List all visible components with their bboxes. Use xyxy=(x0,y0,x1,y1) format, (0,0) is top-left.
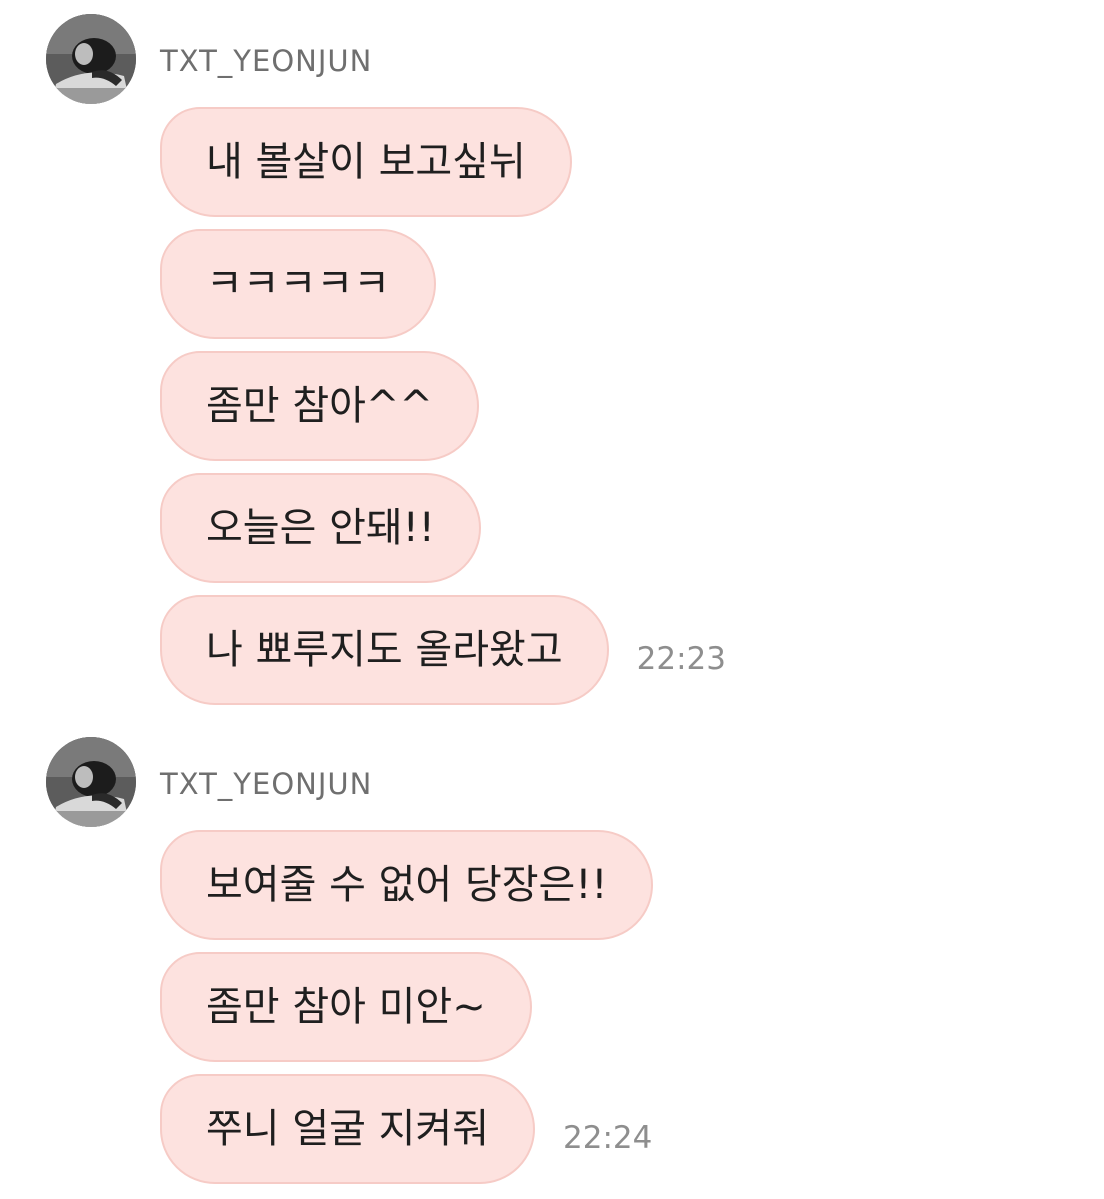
message-list: 보여줄 수 없어 당장은!! 좀만 참아 미안~ 쭈니 얼굴 지켜줘 22:24 xyxy=(160,830,1060,1196)
message-row: 좀만 참아^^ xyxy=(160,351,1060,461)
chat-thread[interactable]: TXT_YEONJUN 내 볼살이 보고싶뉘 ㅋㅋㅋㅋㅋ 좀만 참아^^ 오늘은… xyxy=(0,0,1104,1199)
message-row: 보여줄 수 없어 당장은!! xyxy=(160,830,1060,940)
message-bubble[interactable]: 좀만 참아^^ xyxy=(160,351,479,461)
message-row: 오늘은 안돼!! xyxy=(160,473,1060,583)
message-bubble[interactable]: 쭈니 얼굴 지켜줘 xyxy=(160,1074,536,1184)
message-bubble[interactable]: 내 볼살이 보고싶뉘 xyxy=(160,107,572,217)
message-timestamp: 22:23 xyxy=(636,641,726,677)
sender-avatar[interactable] xyxy=(46,737,136,827)
message-bubble[interactable]: 좀만 참아 미안~ xyxy=(160,952,532,1062)
message-bubble[interactable]: 오늘은 안돼!! xyxy=(160,473,481,583)
message-row: 쭈니 얼굴 지켜줘 22:24 xyxy=(160,1074,1060,1184)
message-bubble[interactable]: 나 뾰루지도 올라왔고 xyxy=(160,595,609,705)
profile-photo-avatar-icon xyxy=(46,14,136,104)
profile-photo-avatar-icon xyxy=(46,737,136,827)
message-row: 내 볼살이 보고싶뉘 xyxy=(160,107,1060,217)
message-row: 나 뾰루지도 올라왔고 22:23 xyxy=(160,595,1060,705)
message-row: ㅋㅋㅋㅋㅋ xyxy=(160,229,1060,339)
sender-name: TXT_YEONJUN xyxy=(160,767,373,801)
message-bubble[interactable]: ㅋㅋㅋㅋㅋ xyxy=(160,229,436,339)
message-list: 내 볼살이 보고싶뉘 ㅋㅋㅋㅋㅋ 좀만 참아^^ 오늘은 안돼!! 나 뾰루지도… xyxy=(160,107,1060,717)
sender-name: TXT_YEONJUN xyxy=(160,44,373,78)
message-timestamp: 22:24 xyxy=(563,1120,653,1156)
message-row: 좀만 참아 미안~ xyxy=(160,952,1060,1062)
sender-avatar[interactable] xyxy=(46,14,136,104)
message-bubble[interactable]: 보여줄 수 없어 당장은!! xyxy=(160,830,654,940)
